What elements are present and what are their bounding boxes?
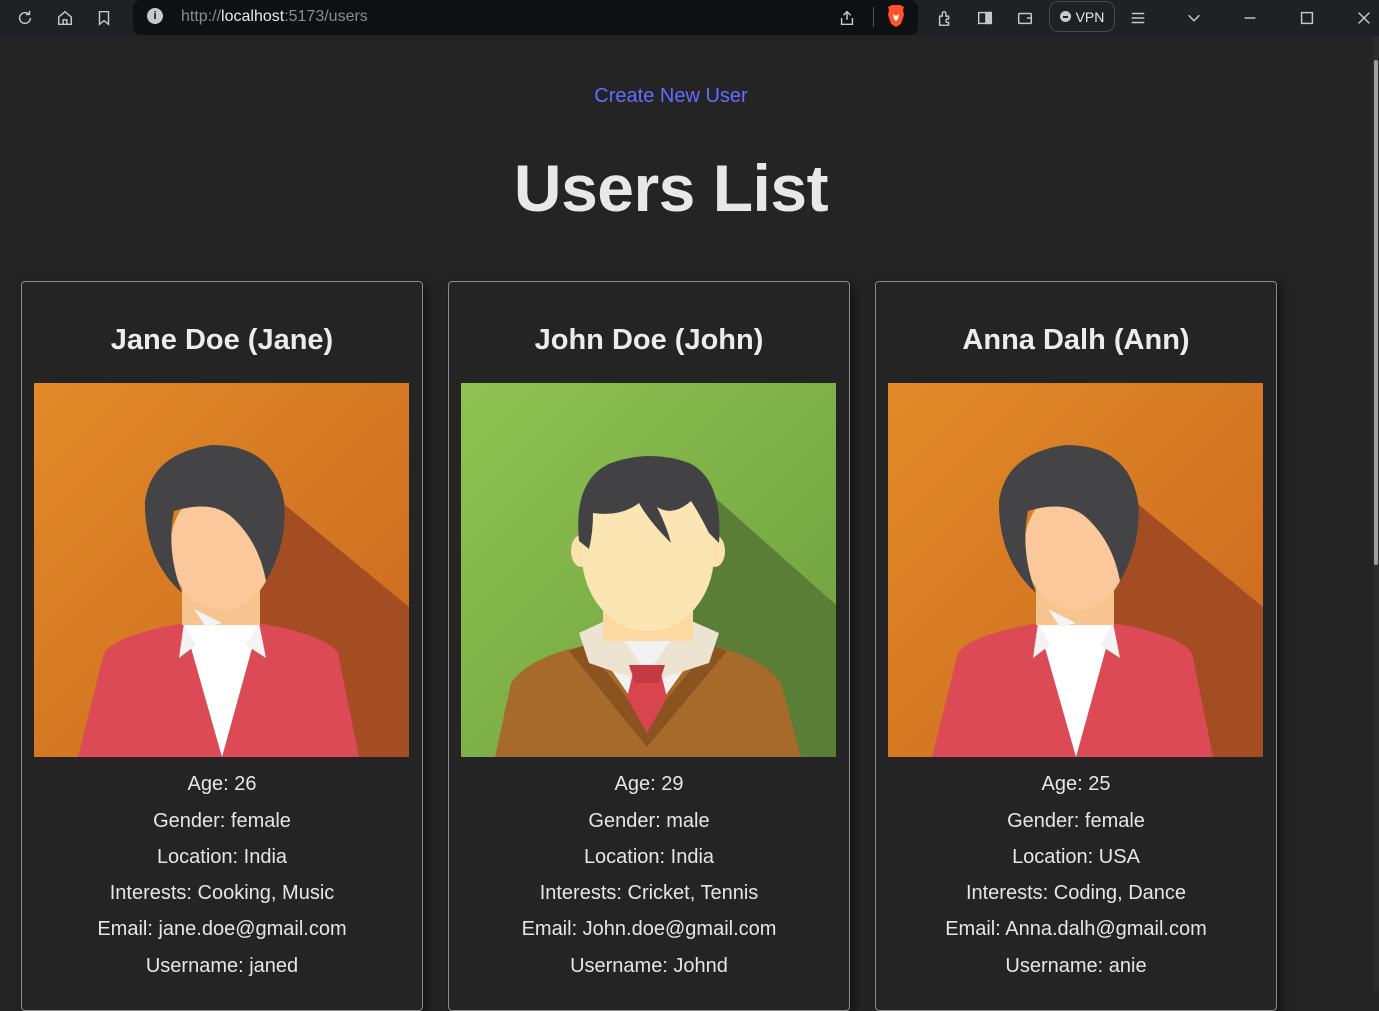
user-email: Email: John.doe@gmail.com (521, 918, 777, 940)
maximize-icon[interactable] (1295, 6, 1319, 30)
user-username: Username: anie (1005, 955, 1147, 977)
user-location: Location: India (156, 846, 288, 868)
menu-icon[interactable] (1126, 6, 1150, 30)
user-card: Jane Doe (Jane) Age: 26 Gender: female L… (21, 281, 423, 1011)
create-new-user-link[interactable]: Create New User (0, 85, 1342, 108)
user-name: John Doe (John) (534, 324, 764, 356)
user-age: Age: 25 (1041, 773, 1111, 795)
browser-toolbar: i http://localhost:5173/users VPN (0, 0, 1379, 36)
female-avatar-icon (888, 383, 1263, 757)
user-age: Age: 29 (614, 773, 684, 795)
close-icon[interactable] (1352, 6, 1376, 30)
user-card: Anna Dalh (Ann) Age: 25 Gender: female L… (875, 281, 1277, 1011)
user-gender: Gender: female (1007, 810, 1145, 832)
user-email: Email: Anna.dalh@gmail.com (945, 918, 1207, 940)
url-host: localhost (221, 8, 285, 25)
user-location: Location: USA (1012, 846, 1140, 868)
url-scheme: http:// (181, 8, 222, 25)
chevron-down-icon[interactable] (1182, 6, 1206, 30)
vpn-button[interactable]: VPN (1049, 1, 1115, 32)
wallet-icon[interactable] (1013, 6, 1037, 30)
male-avatar-icon (461, 383, 836, 757)
user-name: Anna Dalh (Ann) (962, 324, 1190, 356)
user-location: Location: India (583, 846, 715, 868)
bookmark-icon[interactable] (92, 6, 116, 30)
brave-shields-icon[interactable] (885, 4, 907, 28)
minimize-icon[interactable] (1238, 6, 1262, 30)
reload-icon[interactable] (13, 6, 37, 30)
female-avatar-icon (34, 383, 409, 757)
address-bar[interactable]: i http://localhost:5173/users (133, 0, 918, 35)
user-username: Username: Johnd (570, 955, 728, 977)
user-interests: Interests: Cricket, Tennis (539, 882, 759, 904)
user-interests: Interests: Coding, Dance (965, 882, 1187, 904)
user-username: Username: janed (145, 955, 299, 977)
page-title: Users List (513, 151, 829, 225)
address-divider (873, 7, 874, 27)
share-icon[interactable] (835, 6, 859, 30)
extensions-icon[interactable] (933, 6, 957, 30)
vpn-label: VPN (1075, 8, 1105, 25)
user-card: John Doe (John) Age: 29 Gender: male Loc… (448, 281, 850, 1011)
vpn-icon (1059, 11, 1071, 22)
user-interests: Interests: Cooking, Music (109, 882, 335, 904)
user-email: Email: jane.doe@gmail.com (97, 918, 347, 940)
user-name: Jane Doe (Jane) (110, 324, 334, 356)
url-text[interactable]: http://localhost:5173/users (181, 8, 368, 26)
home-icon[interactable] (53, 6, 77, 30)
sidebar-icon[interactable] (973, 6, 997, 30)
user-gender: Gender: female (153, 810, 291, 832)
site-info-icon[interactable]: i (147, 8, 163, 24)
url-path: :5173/users (284, 8, 368, 25)
user-gender: Gender: male (588, 810, 710, 832)
scrollbar-thumb[interactable] (1374, 60, 1378, 565)
user-age: Age: 26 (187, 773, 257, 795)
